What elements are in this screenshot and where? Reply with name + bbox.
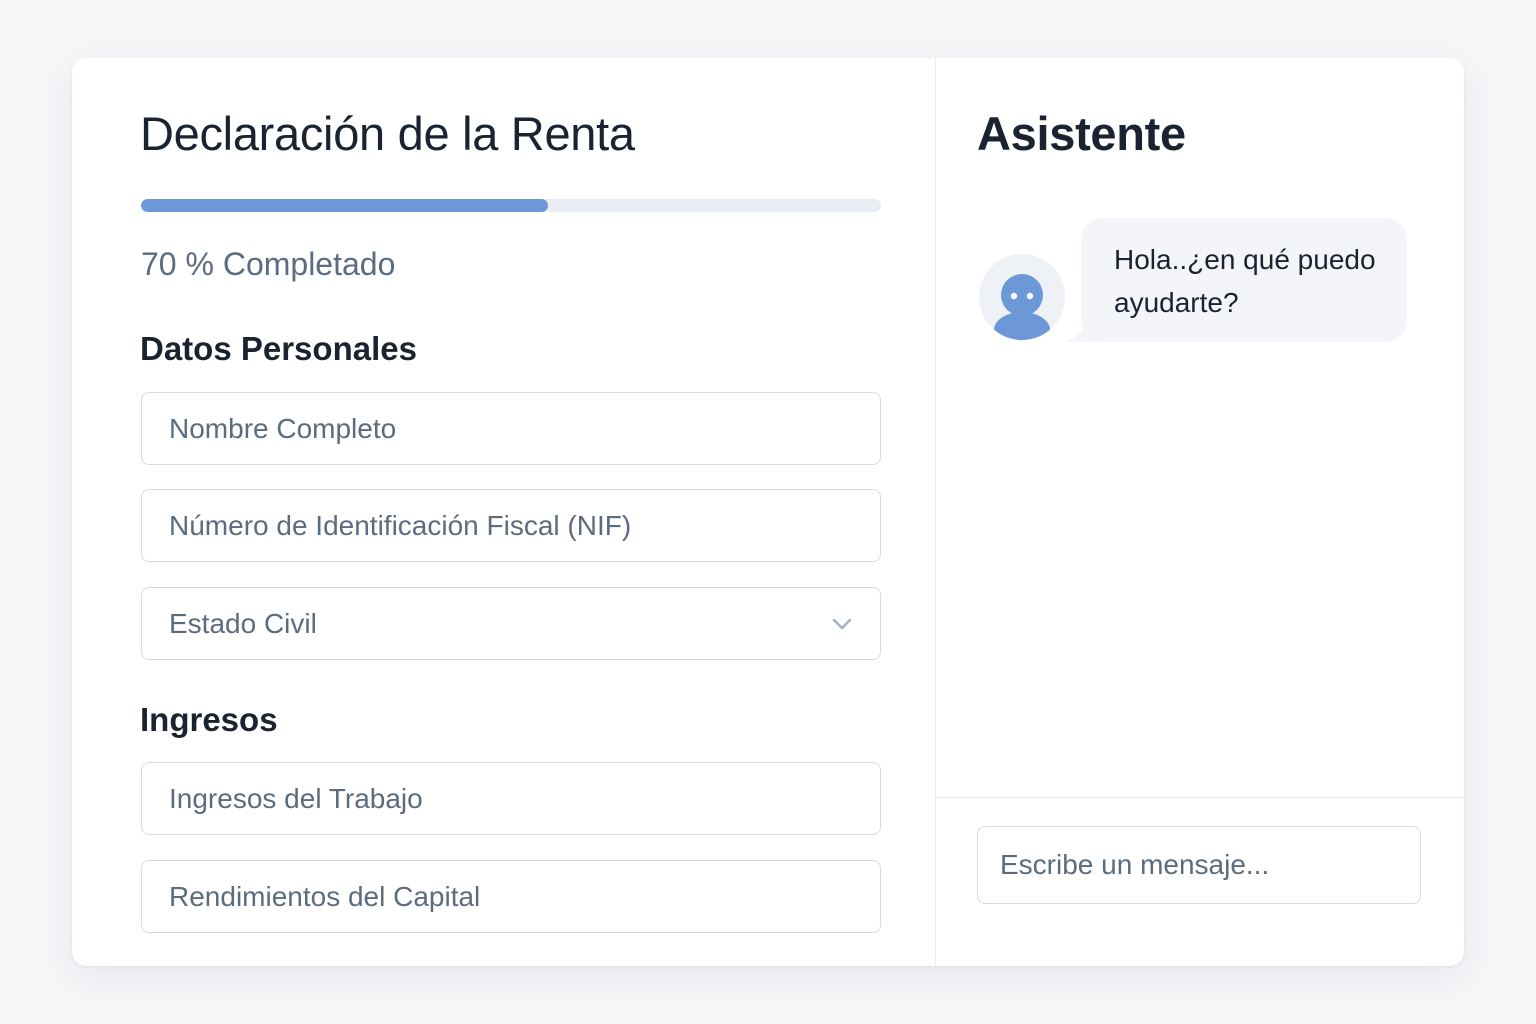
form-title: Declaración de la Renta	[140, 107, 635, 160]
full-name-field[interactable]	[141, 392, 881, 465]
assistant-panel: Asistente Hola..¿en qué puedo ayudarte?	[936, 58, 1464, 966]
assistant-message-line-2: ayudarte?	[1114, 287, 1239, 318]
section-title-income: Ingresos	[140, 701, 278, 738]
capital-income-input[interactable]	[169, 880, 853, 913]
chat-message-input[interactable]	[1000, 849, 1398, 881]
capital-income-field[interactable]	[141, 860, 881, 933]
bot-avatar-icon	[979, 254, 1065, 340]
marital-status-select[interactable]: Estado Civil	[141, 587, 881, 660]
section-title-personal: Datos Personales	[140, 330, 417, 367]
tax-form-panel: Declaración de la Renta 70 % Completado …	[72, 58, 936, 966]
assistant-message-line-1: Hola..¿en qué puedo	[1114, 244, 1376, 275]
assistant-message-bubble: Hola..¿en qué puedo ayudarte?	[1081, 218, 1407, 342]
work-income-input[interactable]	[169, 782, 853, 815]
progress-text: 70 % Completado	[141, 246, 396, 282]
chat-input-field[interactable]	[977, 826, 1421, 904]
chevron-down-icon	[831, 613, 853, 635]
marital-status-label: Estado Civil	[169, 607, 317, 639]
main-card: Declaración de la Renta 70 % Completado …	[72, 58, 1464, 966]
full-name-input[interactable]	[169, 412, 853, 445]
chat-divider	[936, 797, 1464, 798]
assistant-title: Asistente	[977, 107, 1186, 160]
nif-input[interactable]	[169, 509, 853, 542]
work-income-field[interactable]	[141, 762, 881, 835]
progress-bar	[141, 199, 881, 212]
progress-bar-fill	[141, 199, 548, 212]
nif-field[interactable]	[141, 489, 881, 562]
